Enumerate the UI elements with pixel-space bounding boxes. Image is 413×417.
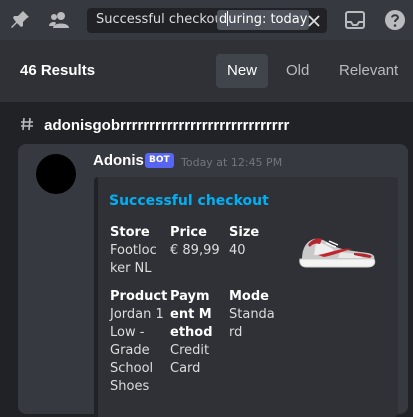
tab-new[interactable]: New (216, 54, 269, 88)
sneaker-image[interactable] (296, 225, 380, 275)
embed-field-mode: Mode Standard (229, 288, 279, 342)
field-name: Price (170, 225, 207, 240)
results-header: 46 Results New Old Relevant (0, 40, 413, 102)
embed-field-payment-method: Payment Method Credit Card (170, 288, 218, 378)
field-value: € 89,99 (170, 243, 220, 258)
field-value: Standard (229, 307, 275, 340)
channel-name: adonisgobrrrrrrrrrrrrrrrrrrrrrrrrrrrrr (44, 117, 290, 134)
message-timestamp: Today at 12:45 PM (181, 156, 283, 169)
tab-relevant[interactable]: Relevant (328, 54, 409, 88)
field-value: Footlocker NL (110, 243, 157, 276)
field-value: 40 (229, 243, 246, 258)
search-result-message[interactable]: Adonis BOT Today at 12:45 PM Successful … (18, 144, 408, 417)
field-value: Jordan 1 Low - Grade School Shoes (110, 307, 164, 394)
search-filter-token[interactable]: during: today (217, 10, 310, 30)
help-icon[interactable] (383, 8, 407, 32)
field-name: Store (110, 225, 150, 240)
bot-badge: BOT (145, 153, 174, 168)
top-toolbar: Successful checkout during: today (0, 0, 413, 40)
pin-icon[interactable] (8, 8, 32, 32)
embed-field-product: Product Jordan 1 Low - Grade School Shoe… (110, 288, 168, 396)
field-value: Credit Card (170, 343, 210, 376)
search-query[interactable]: Successful checkout (96, 12, 228, 27)
channel-header[interactable]: adonisgobrrrrrrrrrrrrrrrrrrrrrrrrrrrrr (20, 117, 289, 134)
embed-title[interactable]: Successful checkout (109, 193, 269, 209)
members-icon[interactable] (48, 8, 72, 32)
field-name: Size (229, 225, 260, 240)
filter-text-end: uring: today (228, 12, 308, 27)
filter-text-start: d (219, 12, 228, 27)
clear-search-icon[interactable] (307, 13, 321, 27)
inbox-icon[interactable] (343, 8, 367, 32)
field-name: Product (110, 289, 168, 304)
field-name: Payment Method (170, 289, 213, 340)
message-author[interactable]: Adonis (93, 152, 144, 169)
avatar[interactable] (36, 154, 76, 194)
text-channel-icon (20, 117, 38, 134)
results-count: 46 Results (20, 62, 96, 79)
embed-field-price: Price € 89,99 (170, 224, 226, 260)
embed-field-size: Size 40 (229, 224, 279, 260)
embed-field-store: Store Footlocker NL (110, 224, 164, 278)
message-embed: Successful checkout Store Footlocker NL … (94, 177, 398, 417)
field-name: Mode (229, 289, 269, 304)
search-bar[interactable]: Successful checkout during: today (87, 8, 327, 33)
tab-old[interactable]: Old (275, 54, 320, 88)
